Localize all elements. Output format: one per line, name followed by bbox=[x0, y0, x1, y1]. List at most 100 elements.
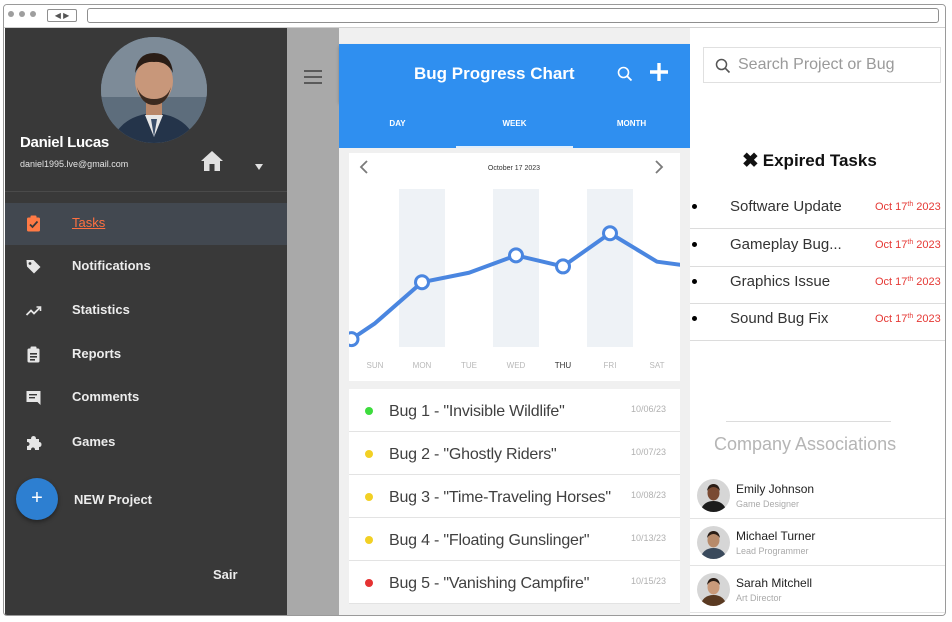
logout-button[interactable]: Sair bbox=[213, 567, 238, 582]
side-strip bbox=[287, 28, 339, 615]
chevron-right-icon[interactable] bbox=[655, 160, 664, 174]
status-dot bbox=[365, 536, 373, 544]
x-tick-label: WED bbox=[507, 361, 526, 370]
sidebar-item-label: Comments bbox=[72, 389, 140, 404]
chart-date-label: October 17 2023 bbox=[488, 165, 540, 172]
divider bbox=[5, 191, 287, 192]
tag-icon bbox=[26, 260, 41, 274]
list-item[interactable]: Sarah Mitchell Art Director bbox=[690, 566, 945, 613]
person-role: Game Designer bbox=[736, 499, 800, 509]
sidebar-item-comments[interactable]: Comments bbox=[5, 377, 287, 419]
bug-date: 10/13/23 bbox=[630, 533, 666, 543]
add-project-button[interactable]: + bbox=[16, 478, 58, 520]
address-bar[interactable] bbox=[87, 8, 939, 23]
avatar[interactable] bbox=[101, 37, 207, 143]
sidebar-item-tasks[interactable]: Tasks bbox=[5, 203, 287, 245]
task-date-year: 2023 bbox=[913, 201, 941, 213]
x-tick-label: TUE bbox=[461, 361, 477, 370]
bug-name: Bug 5 - "Vanishing Campfire" bbox=[389, 575, 590, 592]
person-name: Michael Turner bbox=[736, 529, 816, 543]
search-input[interactable] bbox=[738, 54, 938, 76]
expired-tasks-label: Expired Tasks bbox=[762, 151, 877, 170]
list-item[interactable]: Bug 4 - "Floating Gunslinger" 10/13/23 bbox=[349, 518, 680, 561]
sidebar-item-reports[interactable]: Reports bbox=[5, 334, 287, 376]
task-date-year: 2023 bbox=[913, 313, 941, 325]
task-date: Oct 17th 2023 bbox=[875, 313, 941, 325]
new-project-link[interactable]: NEW Project bbox=[74, 492, 152, 507]
data-point[interactable] bbox=[508, 247, 524, 264]
x-tick-label: SUN bbox=[367, 361, 384, 370]
list-item[interactable]: Emily Johnson Game Designer bbox=[690, 472, 945, 519]
list-item[interactable]: Software Update Oct 17th 2023 bbox=[690, 192, 945, 229]
list-item[interactable]: Sound Bug Fix Oct 17th 2023 bbox=[690, 304, 945, 341]
person-role: Lead Programmer bbox=[736, 546, 809, 556]
right-panel: ✖Expired Tasks Software Update Oct 17th 2… bbox=[690, 28, 945, 615]
browser-window: ◀ ▶ Daniel Lucas daniel1995.lve@gmail.co… bbox=[3, 4, 946, 616]
person-name: Emily Johnson bbox=[736, 482, 815, 496]
list-item[interactable]: Bug 2 - "Ghostly Riders" 10/07/23 bbox=[349, 432, 680, 475]
sidebar-item-games[interactable]: Games bbox=[5, 422, 287, 464]
list-item[interactable]: Bug 3 - "Time-Traveling Horses" 10/08/23 bbox=[349, 475, 680, 518]
bug-date: 10/06/23 bbox=[630, 404, 666, 414]
sidebar-item-notifications[interactable]: Notifications bbox=[5, 246, 287, 288]
data-point[interactable] bbox=[555, 258, 571, 275]
avatar[interactable] bbox=[697, 573, 730, 606]
bug-name: Bug 4 - "Floating Gunslinger" bbox=[389, 532, 590, 549]
avatar[interactable] bbox=[697, 479, 730, 512]
sidebar: Daniel Lucas daniel1995.lve@gmail.com Ta… bbox=[5, 28, 287, 615]
task-name: Graphics Issue bbox=[730, 273, 831, 290]
bug-list: Bug 1 - "Invisible Wildlife" 10/06/23 Bug … bbox=[349, 389, 680, 604]
task-date-year: 2023 bbox=[913, 239, 941, 251]
sidebar-item-label: Statistics bbox=[72, 302, 130, 317]
tab-day[interactable]: DAY bbox=[339, 102, 456, 148]
add-icon[interactable] bbox=[648, 60, 670, 84]
expired-tasks-title: ✖ Expired Tasks bbox=[742, 148, 877, 173]
sidebar-item-statistics[interactable]: Statistics bbox=[5, 290, 287, 332]
hamburger-menu-icon[interactable] bbox=[304, 70, 322, 84]
task-date: Oct 17th 2023 bbox=[875, 201, 941, 213]
list-item[interactable]: Bug 5 - "Vanishing Campfire" 10/15/23 bbox=[349, 561, 680, 604]
close-icon: ✖ bbox=[742, 150, 759, 172]
bug-date: 10/07/23 bbox=[630, 447, 666, 457]
status-dot bbox=[365, 493, 373, 501]
chevron-left-icon[interactable] bbox=[359, 160, 368, 174]
window-dot-icon[interactable] bbox=[19, 11, 25, 17]
window-dot-icon[interactable] bbox=[8, 11, 14, 17]
home-icon[interactable] bbox=[200, 150, 224, 172]
bullet bbox=[692, 279, 697, 284]
list-item[interactable]: Michael Turner Lead Programmer bbox=[690, 519, 945, 566]
period-tabs: DAY WEEK MONTH bbox=[339, 102, 690, 148]
bug-name: Bug 3 - "Time-Traveling Horses" bbox=[389, 489, 611, 506]
list-item[interactable]: Bug 1 - "Invisible Wildlife" 10/06/23 bbox=[349, 389, 680, 432]
task-date-day: Oct 17 bbox=[875, 239, 908, 251]
list-item[interactable]: Graphics Issue Oct 17th 2023 bbox=[690, 267, 945, 304]
status-dot bbox=[365, 579, 373, 587]
puzzle-icon bbox=[27, 436, 42, 450]
task-name: Software Update bbox=[730, 198, 842, 215]
page-title: Bug Progress Chart bbox=[414, 64, 575, 83]
status-dot bbox=[365, 450, 373, 458]
sidebar-item-label: Notifications bbox=[72, 258, 151, 273]
search-icon[interactable] bbox=[616, 65, 634, 83]
main-content: Bug Progress Chart DAY WEEK MONTH Octobe… bbox=[339, 28, 690, 615]
tab-month[interactable]: MONTH bbox=[573, 102, 690, 148]
sidebar-item-label: Reports bbox=[72, 346, 122, 361]
bug-date: 10/15/23 bbox=[630, 576, 666, 586]
task-date-day: Oct 17 bbox=[875, 276, 908, 288]
sidebar-item-label: Tasks bbox=[72, 215, 106, 230]
data-point[interactable] bbox=[349, 331, 360, 348]
data-point[interactable] bbox=[602, 225, 618, 242]
chart-column-band bbox=[587, 189, 633, 347]
task-date-day: Oct 17 bbox=[875, 201, 908, 213]
tab-week[interactable]: WEEK bbox=[456, 102, 573, 148]
chevron-down-icon[interactable] bbox=[255, 164, 263, 170]
x-tick-label: MON bbox=[413, 361, 432, 370]
person-role: Art Director bbox=[736, 593, 782, 603]
avatar[interactable] bbox=[697, 526, 730, 559]
back-forward-buttons[interactable]: ◀ ▶ bbox=[47, 9, 77, 22]
list-item[interactable]: Gameplay Bug... Oct 17th 2023 bbox=[690, 230, 945, 267]
window-dot-icon[interactable] bbox=[30, 11, 36, 17]
task-date-year: 2023 bbox=[913, 276, 941, 288]
bug-date: 10/08/23 bbox=[630, 490, 666, 500]
data-point[interactable] bbox=[414, 274, 430, 291]
